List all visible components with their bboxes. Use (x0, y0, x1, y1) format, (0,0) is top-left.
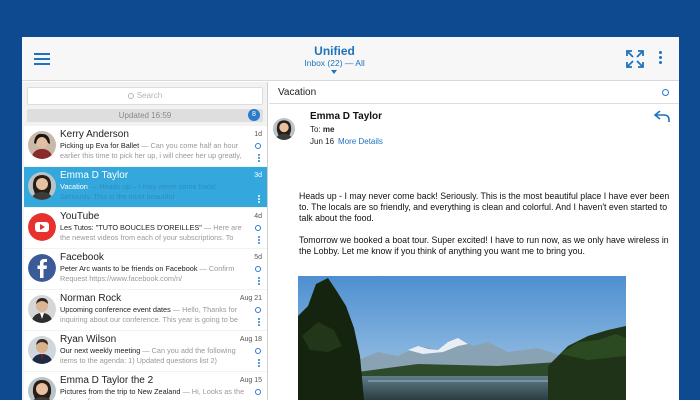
message-subject-heading: Vacation (278, 87, 317, 98)
list-item[interactable]: Emma D Taylor the 2 Pictures from the tr… (24, 372, 267, 400)
message-preview: Upcoming conference event dates — Hello,… (60, 305, 246, 325)
read-status-dot[interactable] (662, 89, 669, 96)
unread-dot[interactable] (255, 143, 261, 149)
message-date: Aug 15 (239, 377, 262, 384)
message-preview: Pictures from the trip to New Zealand — … (60, 387, 246, 400)
app-bar: Unified Inbox (22) — All (22, 37, 679, 81)
mailbox-title[interactable]: Unified (22, 44, 647, 58)
message-preview: Picking up Eva for Ballet — Can you come… (60, 141, 246, 161)
message-date-line: Jun 16 More Details (310, 137, 383, 146)
message-subject: Pictures from the trip to New Zealand (60, 387, 181, 396)
list-item[interactable]: Emma D Taylor Vacation — Heads up – I ma… (24, 167, 267, 207)
subject-bar: Vacation (269, 82, 679, 104)
more-vert-icon[interactable] (258, 359, 260, 368)
sender-name: Emma D Taylor the 2 (60, 375, 154, 386)
avatar (28, 377, 56, 400)
message-subject: Picking up Eva for Ballet (60, 141, 140, 150)
sender-name: Ryan Wilson (60, 334, 117, 345)
message-preview: Peter Arc wants to be friends on Faceboo… (60, 264, 246, 284)
list-item[interactable]: Ryan Wilson Our next weekly meeting — Ca… (24, 331, 267, 371)
more-vert-icon[interactable] (258, 195, 260, 204)
unread-count-badge: 8 (248, 109, 260, 121)
message-body: Heads up - I may never come back! Seriou… (299, 191, 671, 268)
sender-name: YouTube (60, 211, 100, 222)
message-date: Aug 18 (239, 336, 262, 343)
more-details-link[interactable]: More Details (338, 137, 383, 146)
sender-avatar (273, 118, 295, 140)
list-item[interactable]: Norman Rock Upcoming conference event da… (24, 290, 267, 330)
more-vert-icon[interactable] (258, 277, 260, 286)
unread-dot[interactable] (255, 389, 261, 395)
mailbox-subtitle[interactable]: Inbox (22) — All (22, 58, 647, 68)
unread-dot[interactable] (255, 307, 261, 313)
message-date: Jun 16 (310, 137, 335, 146)
message-subject: Vacation (60, 182, 88, 191)
list-item[interactable]: Kerry Anderson Picking up Eva for Ballet… (24, 126, 267, 166)
reply-icon[interactable] (653, 108, 671, 124)
avatar (28, 336, 56, 364)
message-subject: Peter Arc wants to be friends on Faceboo… (60, 264, 198, 273)
message-preview: Vacation — Heads up – I may never come b… (60, 182, 246, 202)
unread-dot[interactable] (255, 225, 261, 231)
avatar (28, 295, 56, 323)
message-list-pane: Search Updated 16:59 8 Kerry Anderson Pi… (22, 82, 268, 400)
reading-pane: Vacation Emma D Taylor To: me Jun 16 More… (269, 82, 679, 400)
facebook-logo-icon (28, 254, 56, 282)
unread-dot[interactable] (255, 348, 261, 354)
updated-status: Updated 16:59 (27, 109, 263, 122)
message-date: 1d (254, 131, 262, 138)
message-subject: Our next weekly meeting (60, 346, 141, 355)
recipient-line: To: me (310, 125, 334, 134)
message-date: 3d (254, 172, 262, 179)
more-vert-icon[interactable] (258, 318, 260, 327)
attached-landscape-photo[interactable] (298, 276, 626, 400)
avatar (28, 131, 56, 159)
message-subject: Les Tutos: "TUTO BOUCLES D'OREILLES" (60, 223, 202, 232)
sender-name: Emma D Taylor (310, 111, 383, 122)
search-icon (127, 93, 134, 99)
search-placeholder: Search (136, 91, 163, 100)
body-paragraph: Tomorrow we booked a boat tour. Super ex… (299, 235, 669, 256)
more-vert-icon[interactable] (258, 154, 260, 163)
message-date: 4d (254, 213, 262, 220)
search-input[interactable]: Search (27, 87, 263, 105)
sender-name: Emma D Taylor (60, 170, 129, 181)
message-date: Aug 21 (239, 295, 262, 302)
more-vert-icon[interactable] (258, 236, 260, 245)
expand-icon[interactable] (625, 49, 645, 69)
list-item[interactable]: Facebook Peter Arc wants to be friends o… (24, 249, 267, 289)
body-paragraph: Heads up - I may never come back! Seriou… (299, 191, 670, 223)
mail-app-window: Unified Inbox (22) — All Search Updated … (22, 37, 679, 400)
more-vert-icon[interactable] (657, 51, 663, 67)
message-preview: Our next weekly meeting — Can you add th… (60, 346, 246, 366)
unread-dot[interactable] (255, 266, 261, 272)
avatar (28, 172, 56, 200)
sender-name: Kerry Anderson (60, 129, 129, 140)
youtube-logo-icon (28, 213, 56, 241)
to-label: To: (310, 125, 321, 134)
chevron-down-icon[interactable] (331, 70, 337, 74)
sender-name: Facebook (60, 252, 104, 263)
message-subject: Upcoming conference event dates (60, 305, 171, 314)
message-date: 5d (254, 254, 262, 261)
list-item[interactable]: YouTube Les Tutos: "TUTO BOUCLES D'OREIL… (24, 208, 267, 248)
sender-name: Norman Rock (60, 293, 122, 304)
recipient: me (322, 125, 335, 134)
message-preview: Les Tutos: "TUTO BOUCLES D'OREILLES" — H… (60, 223, 246, 243)
